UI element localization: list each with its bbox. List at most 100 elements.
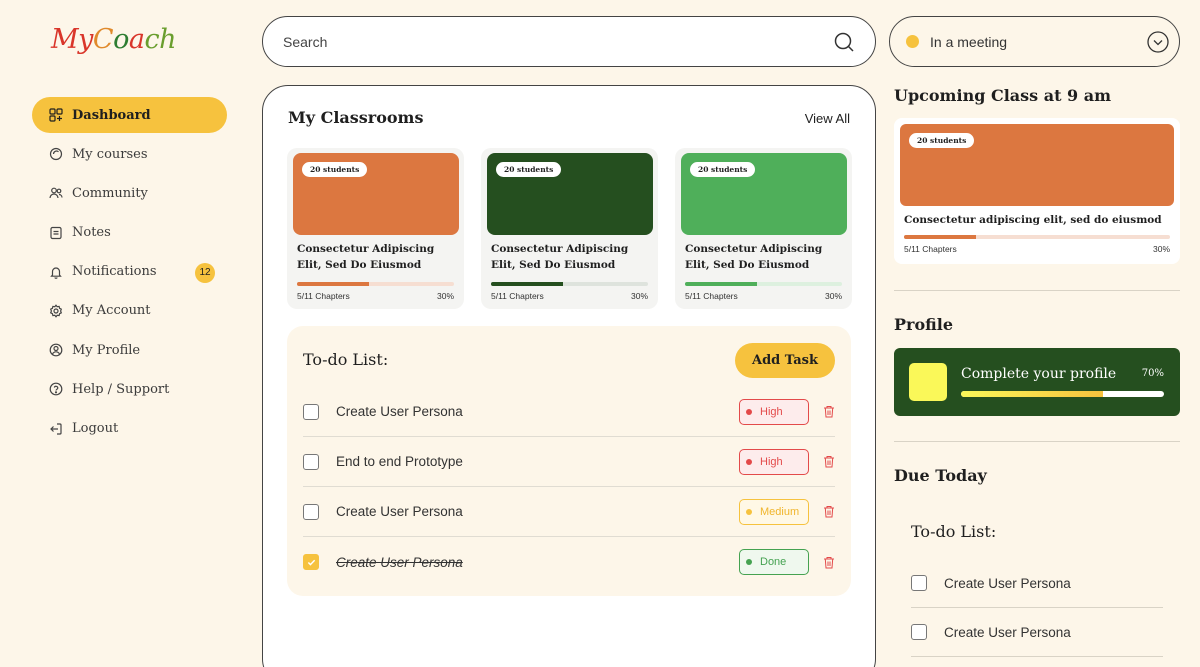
search-icon[interactable]	[833, 31, 855, 53]
classroom-meta: 5/11 Chapters 30%	[685, 291, 842, 301]
upcoming-meta: 5/11 Chapters 30%	[904, 244, 1170, 254]
sidebar-item-label: Logout	[72, 421, 119, 436]
progress-percent: 30%	[436, 291, 454, 301]
notification-count-badge: 12	[195, 262, 215, 283]
classroom-thumbnail: 20 students	[487, 153, 653, 235]
progress-percent: 30%	[824, 291, 842, 301]
check-icon	[307, 559, 315, 566]
due-today-title: Due Today	[894, 466, 987, 485]
priority-dot	[746, 559, 752, 565]
upcoming-title: Upcoming Class at 9 am	[894, 86, 1112, 105]
sidebar-item-label: Dashboard	[72, 107, 151, 123]
logo-part: C	[92, 24, 114, 55]
logo-part: a	[128, 24, 145, 55]
progress-bar	[685, 282, 842, 286]
due-todo-item: Create User Persona	[911, 608, 1163, 657]
sidebar-item-label: Notes	[72, 225, 111, 241]
progress-fill	[491, 282, 564, 286]
chevron-down-icon[interactable]	[1147, 30, 1169, 53]
profile-percent: 70%	[1141, 368, 1164, 379]
progress-bar	[491, 282, 648, 286]
profile-progress-fill	[961, 391, 1104, 397]
classroom-card[interactable]: 20 students Consectetur Adipiscing Elit,…	[287, 148, 464, 309]
task-text: End to end Prototype	[336, 454, 463, 469]
todo-item: Create User Persona Medium	[303, 487, 835, 537]
students-pill: 20 students	[302, 162, 368, 177]
progress-fill	[685, 282, 758, 286]
upcoming-class-card[interactable]: 20 students Consectetur adipiscing elit,…	[894, 118, 1180, 264]
view-all-link[interactable]: View All	[805, 111, 850, 126]
priority-dot	[746, 458, 752, 465]
task-checkbox[interactable]	[911, 624, 927, 640]
classroom-title: Consectetur Adipiscing Elit, Sed Do Eius…	[491, 243, 629, 271]
logout-icon	[50, 422, 62, 435]
classroom-meta: 5/11 Chapters 30%	[297, 291, 454, 301]
sidebar-item-dashboard[interactable]: Dashboard	[32, 97, 227, 133]
logo-part: o	[113, 24, 129, 55]
sidebar-item-logout[interactable]: Logout	[32, 411, 227, 447]
add-task-button[interactable]: Add Task	[735, 343, 835, 378]
progress-fill	[297, 282, 370, 286]
sidebar-item-my-courses[interactable]: My courses	[32, 136, 227, 172]
todo-list: To-do List: Add Task Create User Persona…	[287, 326, 851, 596]
task-checkbox[interactable]	[303, 453, 319, 470]
classroom-thumbnail: 20 students	[681, 153, 847, 235]
sidebar-item-notes[interactable]: Notes	[32, 215, 227, 251]
task-checkbox[interactable]	[303, 554, 319, 570]
priority-label: High	[760, 405, 783, 418]
due-todo-item: Create User Persona	[911, 559, 1163, 608]
priority-dot	[746, 508, 752, 515]
status-dropdown[interactable]: In a meeting	[889, 16, 1180, 67]
sidebar-item-my-profile[interactable]: My Profile	[32, 332, 227, 368]
chapters-count: 5/11 Chapters	[491, 291, 544, 301]
task-text: Create User Persona	[336, 404, 463, 419]
dashboard-icon	[49, 108, 63, 122]
trash-icon[interactable]	[823, 556, 835, 569]
priority-label: High	[760, 455, 783, 468]
task-checkbox[interactable]	[911, 575, 927, 591]
priority-label: Medium	[760, 505, 800, 518]
task-checkbox[interactable]	[303, 503, 319, 520]
progress-bar	[297, 282, 454, 286]
divider	[894, 441, 1180, 442]
logo-part: ch	[144, 24, 176, 55]
status-label: In a meeting	[930, 33, 1008, 50]
main-panel: My Classrooms View All 20 students Conse…	[262, 85, 876, 667]
sidebar-item-help-support[interactable]: Help / Support	[32, 371, 227, 407]
todo-title: To-do List:	[303, 350, 389, 369]
task-checkbox[interactable]	[303, 403, 319, 420]
task-text: Create User Persona	[336, 554, 463, 570]
classroom-title: Consectetur Adipiscing Elit, Sed Do Eius…	[685, 243, 823, 271]
sidebar-item-notifications[interactable]: Notifications 12	[32, 254, 227, 290]
status-indicator	[906, 35, 919, 48]
progress-bar	[904, 235, 1170, 239]
upcoming-class-title: Consectetur adipiscing elit, sed do eius…	[904, 214, 1162, 226]
sidebar-item-label: Community	[72, 185, 148, 201]
classroom-card[interactable]: 20 students Consectetur Adipiscing Elit,…	[675, 148, 852, 309]
sidebar-item-label: My Profile	[72, 342, 141, 358]
classroom-card[interactable]: 20 students Consectetur Adipiscing Elit,…	[481, 148, 658, 309]
trash-icon[interactable]	[823, 405, 835, 418]
user-icon	[49, 343, 63, 357]
logo-part: My	[51, 24, 93, 55]
profile-title: Profile	[894, 315, 954, 334]
logo: MyCoach	[51, 24, 176, 55]
sidebar-item-my-account[interactable]: My Account	[32, 293, 227, 329]
priority-badge: High	[739, 398, 809, 425]
todo-item: Create User Persona Done	[303, 537, 835, 587]
trash-icon[interactable]	[823, 455, 835, 468]
profile-avatar	[909, 363, 947, 401]
complete-profile-card[interactable]: Complete your profile 70%	[894, 348, 1180, 416]
priority-label: Done	[760, 556, 787, 568]
chapters-count: 5/11 Chapters	[685, 291, 738, 301]
progress-fill	[904, 235, 976, 239]
classrooms-title: My Classrooms	[288, 108, 424, 127]
trash-icon[interactable]	[823, 505, 835, 518]
search-bar	[262, 16, 876, 67]
profile-progress-bar	[961, 391, 1164, 397]
upcoming-thumbnail: 20 students	[900, 124, 1174, 206]
search-input[interactable]	[283, 33, 833, 50]
priority-badge: Done	[739, 549, 809, 575]
priority-badge: Medium	[739, 498, 809, 525]
sidebar-item-community[interactable]: Community	[32, 175, 227, 211]
